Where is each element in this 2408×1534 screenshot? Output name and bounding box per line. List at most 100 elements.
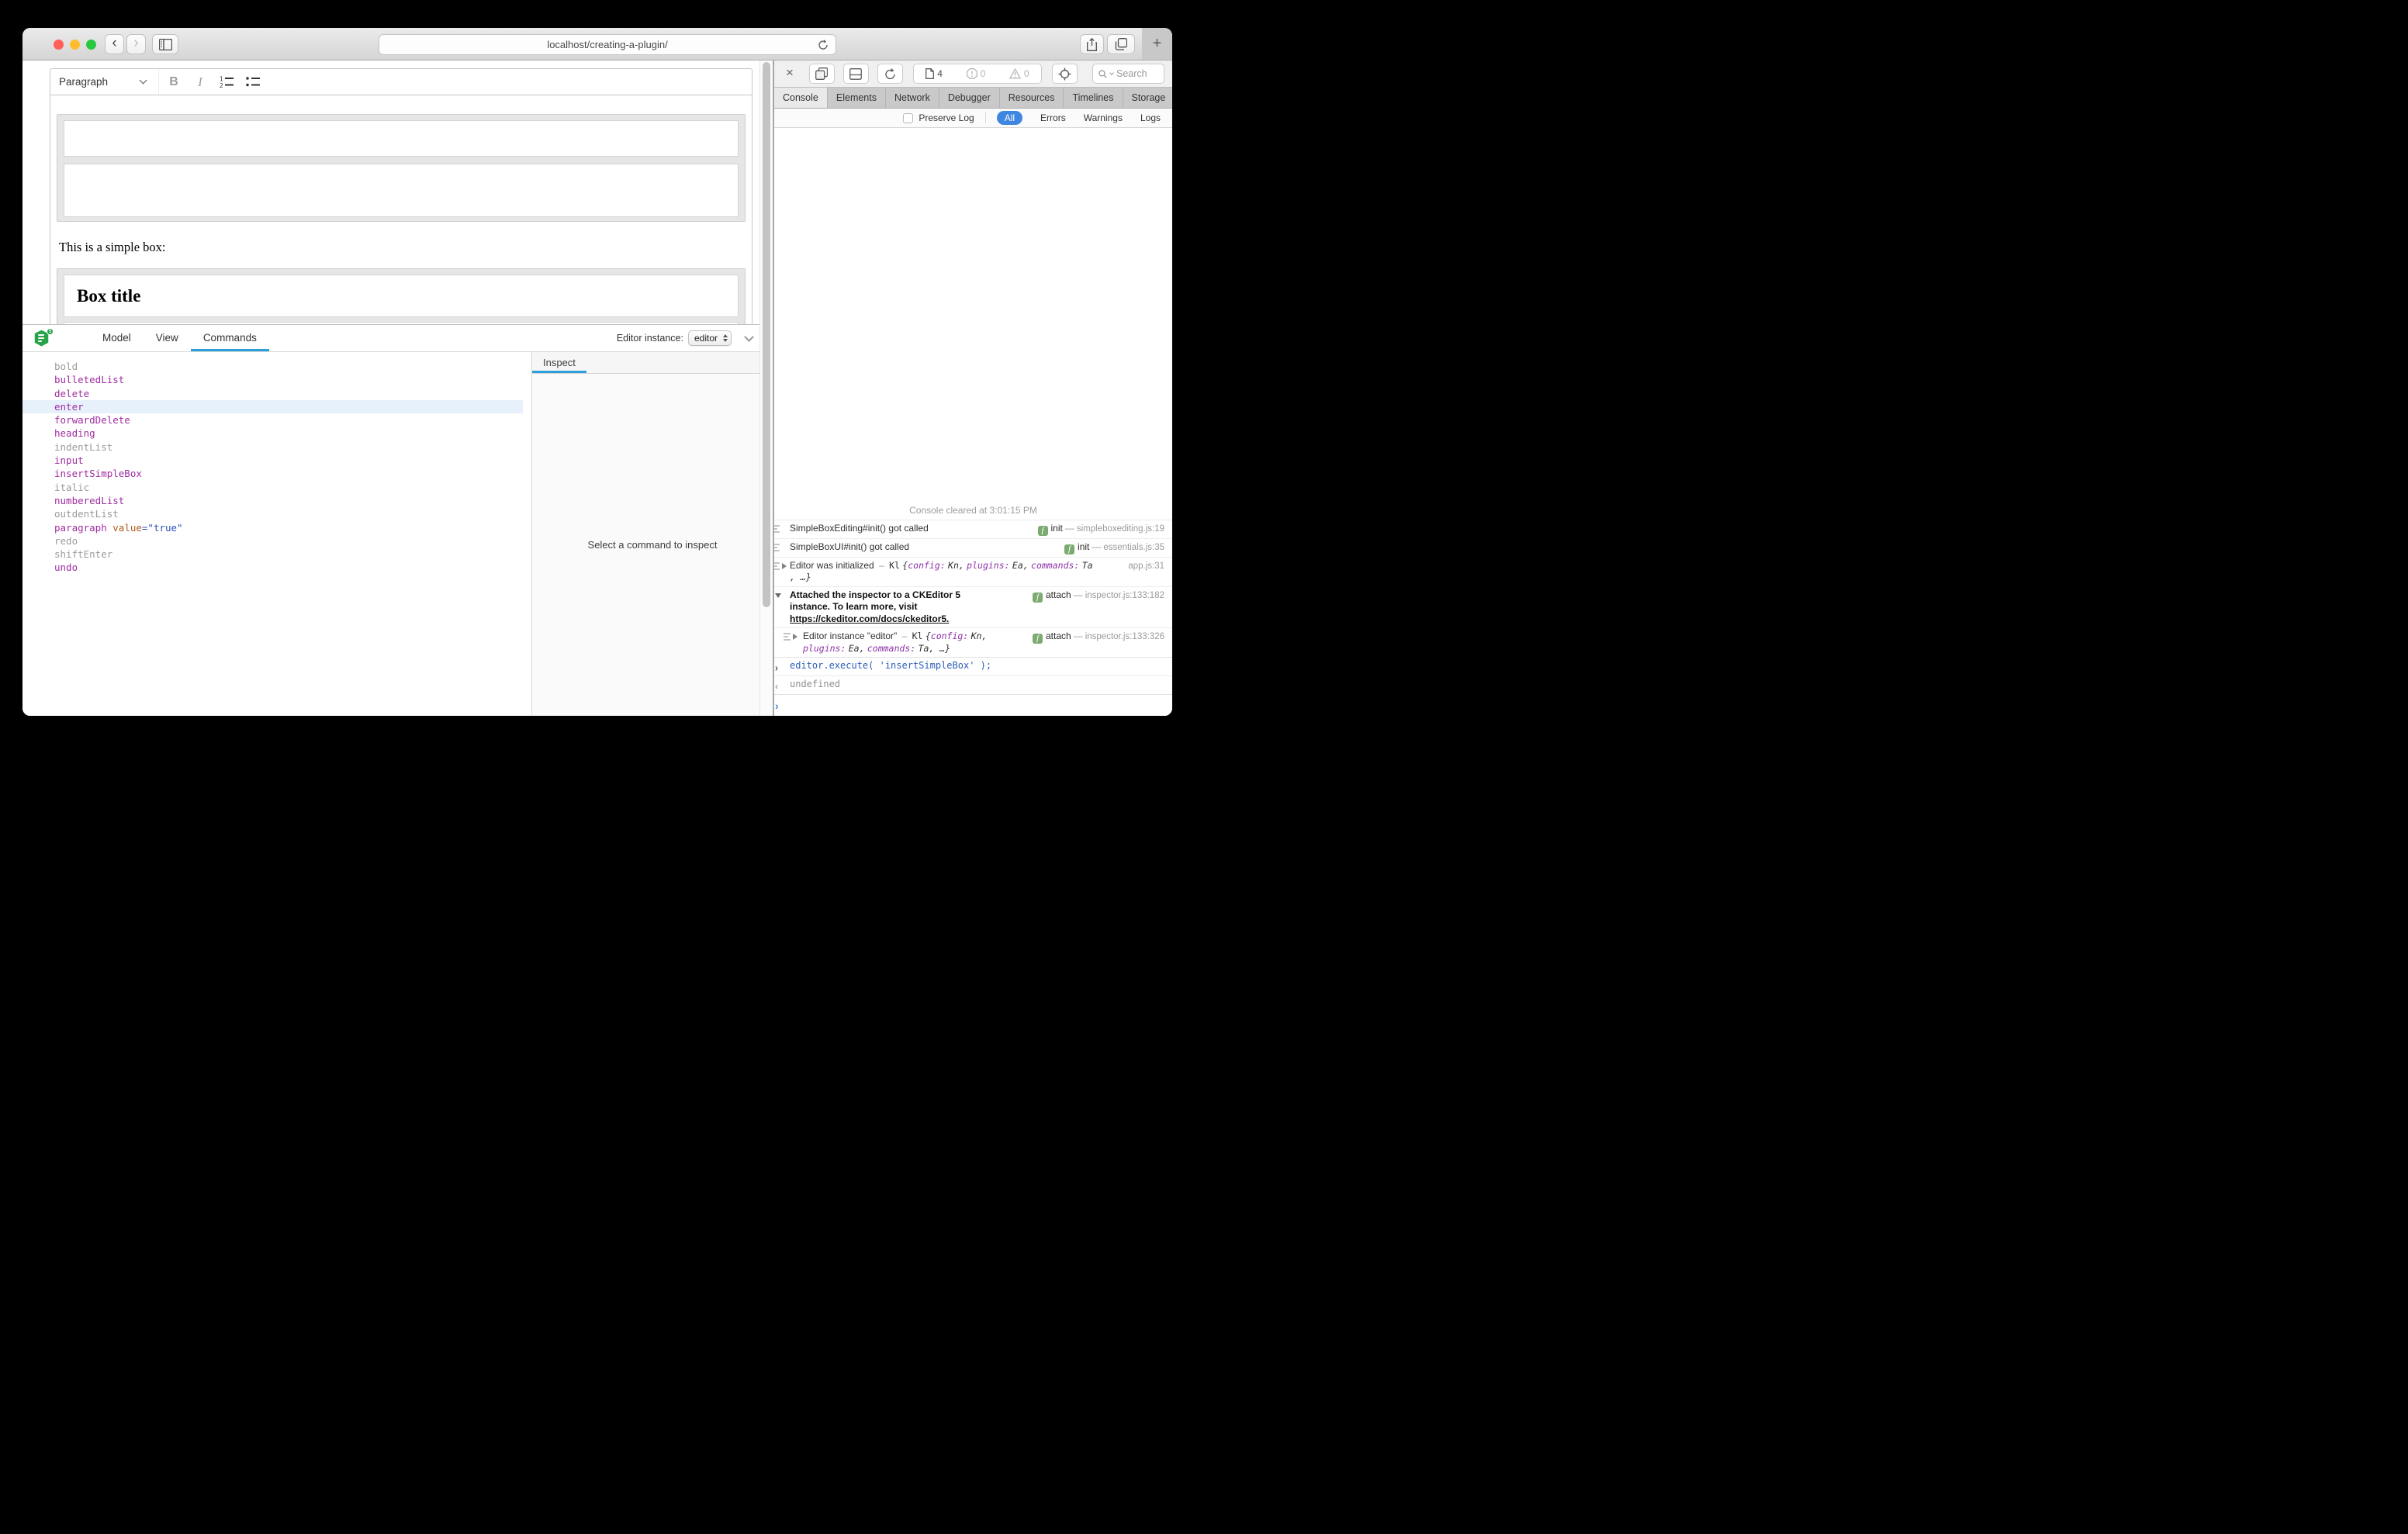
tab-network[interactable]: Network — [886, 88, 939, 108]
console-result-row[interactable]: ‹ undefined — [774, 675, 1172, 694]
console-log-row[interactable]: SimpleBoxUI#init() got called finit—esse… — [774, 538, 1172, 557]
warning-count[interactable]: 0 — [1009, 68, 1029, 79]
simple-box-title-field[interactable] — [64, 120, 739, 157]
console-log-row[interactable]: SimpleBoxEditing#init() got called finit… — [774, 520, 1172, 538]
filter-all[interactable]: All — [997, 111, 1022, 125]
address-bar[interactable]: localhost/creating-a-plugin/ — [379, 34, 836, 55]
page-resources-count[interactable]: 4 — [925, 68, 943, 79]
devtools-search-field[interactable]: Search — [1092, 64, 1164, 84]
command-row[interactable]: numberedList — [22, 494, 531, 507]
minimize-window-button[interactable] — [70, 40, 80, 50]
command-row[interactable]: forwardDelete — [22, 413, 531, 427]
console-prompt-icon: › — [775, 700, 779, 712]
tab-commands[interactable]: Commands — [191, 325, 269, 351]
sidebar-toggle-button[interactable] — [152, 34, 178, 54]
command-row[interactable]: italic — [22, 481, 531, 494]
dock-side-button[interactable] — [809, 64, 835, 84]
italic-button[interactable]: I — [189, 72, 212, 92]
element-picker-button[interactable] — [1052, 64, 1078, 84]
command-row[interactable]: shiftEnter — [22, 548, 531, 561]
tab-view[interactable]: View — [144, 325, 191, 351]
command-row[interactable]: indentList — [22, 441, 531, 454]
editor-toolbar: Paragraph B I 1 2 — [50, 69, 752, 95]
bold-icon: B — [169, 75, 178, 89]
numbered-list-button[interactable]: 1 2 — [215, 72, 238, 92]
command-row[interactable]: bold — [22, 360, 531, 373]
source-location-link[interactable]: essentials.js:35 — [1103, 543, 1164, 552]
preserve-log-checkbox[interactable] — [903, 113, 913, 123]
simple-box-widget[interactable] — [57, 114, 746, 222]
command-row[interactable]: insertSimpleBox — [22, 467, 531, 480]
bold-button[interactable]: B — [162, 72, 185, 92]
command-row[interactable]: undo — [22, 561, 531, 574]
sidebar-icon — [159, 39, 172, 50]
editor-instance-select[interactable]: editor — [688, 330, 732, 346]
tab-overview-button[interactable] — [1107, 34, 1135, 54]
console-prompt[interactable]: › — [774, 694, 1172, 716]
simple-box-title-field[interactable]: Box title — [64, 275, 739, 317]
back-button[interactable]: ‹ — [105, 34, 124, 54]
share-button[interactable] — [1080, 34, 1104, 54]
ckeditor-docs-link[interactable]: https://ckeditor.com/docs/ckeditor5. — [790, 613, 949, 624]
warning-icon — [1009, 68, 1021, 79]
command-row[interactable]: input — [22, 454, 531, 467]
close-devtools-button[interactable]: × — [786, 65, 794, 81]
console-log-row[interactable]: Attached the inspector to a CKEditor 5 i… — [774, 586, 1172, 628]
console-log-row[interactable]: Editor was initialized – Kl {config: Kn,… — [774, 557, 1172, 586]
editor-instance-label: Editor instance: — [617, 333, 683, 344]
command-row-selected[interactable]: enter — [22, 400, 523, 413]
collapse-inspector-button[interactable] — [744, 332, 754, 342]
tab-debugger[interactable]: Debugger — [939, 88, 1000, 108]
forward-icon: › — [133, 36, 138, 50]
url-text: localhost/creating-a-plugin/ — [547, 39, 667, 50]
bulleted-list-button[interactable] — [241, 72, 265, 92]
filter-errors[interactable]: Errors — [1040, 112, 1066, 123]
console-cleared-message: Console cleared at 3:01:15 PM — [774, 502, 1172, 520]
close-window-button[interactable] — [54, 40, 64, 50]
expand-caret-icon[interactable] — [793, 634, 797, 640]
collapse-caret-icon[interactable] — [775, 593, 781, 598]
error-count[interactable]: 0 — [967, 68, 986, 79]
dock-bottom-button[interactable] — [843, 64, 869, 84]
command-row[interactable]: delete — [22, 387, 531, 400]
tab-inspect[interactable]: Inspect — [532, 352, 586, 373]
tab-console[interactable]: Console — [774, 88, 828, 108]
command-row[interactable]: bulletedList — [22, 373, 531, 386]
scrollbar-thumb[interactable] — [763, 62, 770, 607]
source-location-link[interactable]: app.js:31 — [1128, 561, 1164, 571]
reload-page-button[interactable] — [877, 64, 903, 84]
zoom-window-button[interactable] — [86, 40, 96, 50]
new-tab-button[interactable]: + — [1142, 28, 1172, 60]
editor-content[interactable]: This is a simple box: Box title — [50, 95, 752, 324]
simple-box-description-field[interactable] — [64, 164, 739, 217]
tab-timelines[interactable]: Timelines — [1064, 88, 1123, 108]
forward-button[interactable]: › — [126, 34, 146, 54]
tab-overview-icon — [1115, 38, 1127, 50]
command-row[interactable]: redo — [22, 534, 531, 548]
console-input-row[interactable]: › editor.execute( 'insertSimpleBox' ); — [774, 657, 1172, 675]
tab-elements[interactable]: Elements — [828, 88, 886, 108]
reload-button[interactable] — [818, 39, 829, 51]
simple-box-widget[interactable]: Box title — [57, 268, 746, 325]
page-scrollbar[interactable] — [759, 60, 773, 716]
log-message: Attached the inspector to a CKEditor 5 — [790, 589, 1033, 602]
paragraph-text: This is a simple box: — [59, 240, 166, 255]
paragraph-style-dropdown[interactable]: Paragraph — [50, 69, 159, 95]
tab-storage[interactable]: Storage — [1123, 88, 1172, 108]
back-icon: ‹ — [112, 36, 116, 50]
source-location-link[interactable]: simpleboxediting.js:19 — [1077, 524, 1164, 534]
console-pane[interactable]: Console cleared at 3:01:15 PM SimpleBoxE… — [774, 128, 1172, 716]
command-row[interactable]: outdentList — [22, 507, 531, 520]
tab-model[interactable]: Model — [90, 325, 144, 351]
filter-logs[interactable]: Logs — [1140, 112, 1161, 123]
source-location-link[interactable]: inspector.js:133:326 — [1085, 632, 1164, 641]
expand-caret-icon[interactable] — [782, 563, 787, 569]
command-row[interactable]: paragraph value="true" — [22, 521, 531, 534]
console-log-row[interactable]: Editor instance "editor" – Kl {config: K… — [774, 627, 1172, 657]
source-location-link[interactable]: inspector.js:133:182 — [1085, 591, 1164, 600]
command-row[interactable]: heading — [22, 427, 531, 440]
filter-warnings[interactable]: Warnings — [1084, 112, 1123, 123]
log-type-icon — [774, 525, 780, 533]
command-inspect-pane: Inspect Select a command to inspect — [532, 352, 773, 716]
tab-resources[interactable]: Resources — [1000, 88, 1064, 108]
